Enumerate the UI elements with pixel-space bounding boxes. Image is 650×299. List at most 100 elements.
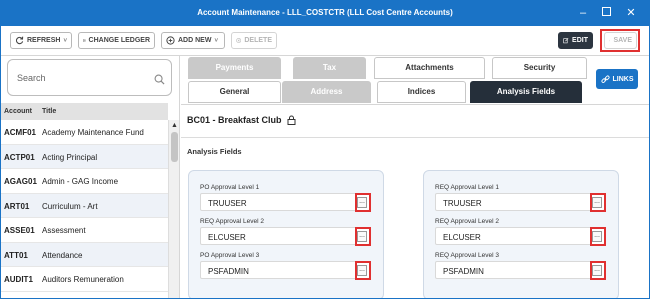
ledger-icon: [83, 39, 86, 42]
divider: [181, 137, 650, 138]
delete-label: DELETE: [244, 37, 272, 44]
table-row[interactable]: ACMF01 Academy Maintenance Fund: [0, 120, 168, 145]
field-input[interactable]: ELCUSER ...: [200, 227, 371, 246]
field-input[interactable]: PSFADMIN ...: [435, 261, 606, 280]
lookup-highlight: [355, 193, 371, 212]
maximize-icon: [601, 7, 611, 16]
analysis-card-left: PO Approval Level 1 TRUUSER ... REQ Appr…: [188, 170, 384, 299]
field-value: PSFADMIN: [208, 267, 249, 276]
tab-security[interactable]: Security: [492, 57, 587, 79]
account-title: Acting Principal: [42, 152, 98, 162]
scroll-thumb[interactable]: [171, 132, 178, 162]
field-value: PSFADMIN: [443, 267, 484, 276]
lookup-highlight: [590, 227, 606, 246]
close-button[interactable]: ✕: [622, 4, 640, 22]
add-new-button[interactable]: ADD NEW ˅: [161, 32, 225, 49]
add-new-label: ADD NEW: [178, 37, 212, 44]
links-label: LINKS: [612, 75, 634, 83]
save-highlight: [600, 29, 640, 52]
tab-tax[interactable]: Tax: [293, 57, 366, 79]
tab-indices[interactable]: Indices: [377, 81, 466, 103]
list-scrollbar[interactable]: ▲: [168, 120, 179, 299]
section-title: Analysis Fields: [187, 147, 242, 156]
lookup-highlight: [355, 227, 371, 246]
table-row[interactable]: ATT01 Attendance: [0, 242, 168, 267]
field-value: ELCUSER: [443, 233, 481, 242]
tab-bar: Payments Tax Attachments Security Genera…: [181, 56, 650, 104]
tab-payments[interactable]: Payments: [188, 57, 281, 79]
chevron-down-icon: ˅: [63, 37, 67, 44]
account-title: Assessment: [42, 226, 86, 235]
refresh-icon: [15, 36, 24, 45]
field-input[interactable]: PSFADMIN ...: [200, 261, 371, 280]
table-row[interactable]: ASSE01 Assessment: [0, 218, 168, 243]
tab-address[interactable]: Address: [282, 81, 371, 103]
account-code: AGAG01: [4, 177, 37, 186]
account-title: Auditors Remuneration: [42, 275, 124, 284]
delete-icon: [236, 38, 242, 43]
change-ledger-button[interactable]: CHANGE LEDGER: [78, 32, 155, 49]
field-input[interactable]: ELCUSER ...: [435, 227, 606, 246]
account-title: Curriculum - Art: [42, 201, 98, 211]
table-row[interactable]: ART01 Curriculum - Art: [0, 193, 168, 218]
edit-icon: [563, 38, 569, 44]
tab-general[interactable]: General: [188, 81, 281, 103]
field-value: TRUUSER: [208, 199, 247, 208]
field-label: PO Approval Level 3: [200, 252, 260, 259]
minimize-button[interactable]: –: [574, 4, 592, 22]
search-placeholder: Search: [17, 73, 46, 83]
account-title: Admin - GAG Income: [42, 177, 119, 186]
field-input[interactable]: TRUUSER ...: [200, 193, 371, 212]
delete-button[interactable]: DELETE: [231, 32, 277, 49]
account-title: Academy Maintenance Fund: [42, 128, 144, 137]
record-title: BC01 - Breakfast Club: [187, 115, 282, 125]
change-ledger-label: CHANGE LEDGER: [88, 37, 150, 44]
maximize-button[interactable]: [597, 4, 615, 22]
refresh-button[interactable]: REFRESH ˅: [10, 32, 72, 49]
account-title: Attendance: [42, 250, 83, 260]
links-button[interactable]: LINKS: [596, 69, 638, 89]
field-input[interactable]: TRUUSER ...: [435, 193, 606, 212]
column-header-title[interactable]: Title: [42, 108, 56, 115]
lookup-highlight: [355, 261, 371, 280]
field-value: ELCUSER: [208, 233, 246, 242]
toolbar: REFRESH ˅ CHANGE LEDGER ADD NEW ˅ DELETE…: [0, 26, 650, 56]
field-label: REQ Approval Level 1: [435, 184, 499, 191]
account-code: AUDIT1: [4, 275, 33, 284]
search-icon[interactable]: [154, 74, 165, 85]
search-input[interactable]: Search: [7, 59, 172, 96]
field-label: REQ Approval Level 2: [435, 218, 499, 225]
account-code: ART01: [4, 201, 30, 211]
edit-label: EDIT: [572, 37, 588, 44]
account-list: ACMF01 Academy Maintenance Fund ACTP01 A…: [0, 120, 168, 292]
account-code: ACMF01: [4, 128, 37, 137]
lookup-highlight: [590, 261, 606, 280]
table-row[interactable]: AUDIT1 Auditors Remuneration: [0, 267, 168, 292]
chevron-down-icon: ˅: [214, 37, 218, 44]
add-icon: [166, 36, 175, 45]
table-row[interactable]: ACTP01 Acting Principal: [0, 144, 168, 169]
field-label: PO Approval Level 1: [200, 184, 260, 191]
window-title: Account Maintenance - LLL_COSTCTR (LLL C…: [197, 8, 453, 17]
lock-icon: [287, 115, 296, 125]
title-bar: Account Maintenance - LLL_COSTCTR (LLL C…: [0, 0, 650, 26]
refresh-label: REFRESH: [27, 37, 61, 44]
lookup-highlight: [590, 193, 606, 212]
column-header-account[interactable]: Account: [4, 108, 32, 115]
link-icon: [600, 75, 610, 83]
edit-button[interactable]: EDIT: [558, 32, 593, 49]
scroll-up-icon[interactable]: ▲: [171, 122, 178, 129]
list-header: Account Title: [0, 103, 168, 120]
account-code: ASSE01: [4, 226, 35, 235]
table-row[interactable]: AGAG01 Admin - GAG Income: [0, 169, 168, 194]
field-label: REQ Approval Level 3: [435, 252, 499, 259]
field-value: TRUUSER: [443, 199, 482, 208]
record-content: BC01 - Breakfast Club Analysis Fields PO…: [181, 104, 650, 299]
tab-analysis-fields[interactable]: Analysis Fields: [470, 81, 582, 103]
tab-attachments[interactable]: Attachments: [374, 57, 485, 79]
field-label: REQ Approval Level 2: [200, 218, 264, 225]
account-code: ATT01: [4, 250, 28, 260]
account-list-panel: Search Account Title ACMF01 Academy Main…: [0, 56, 180, 299]
analysis-card-right: REQ Approval Level 1 TRUUSER ... REQ App…: [423, 170, 619, 299]
account-code: ACTP01: [4, 152, 35, 162]
